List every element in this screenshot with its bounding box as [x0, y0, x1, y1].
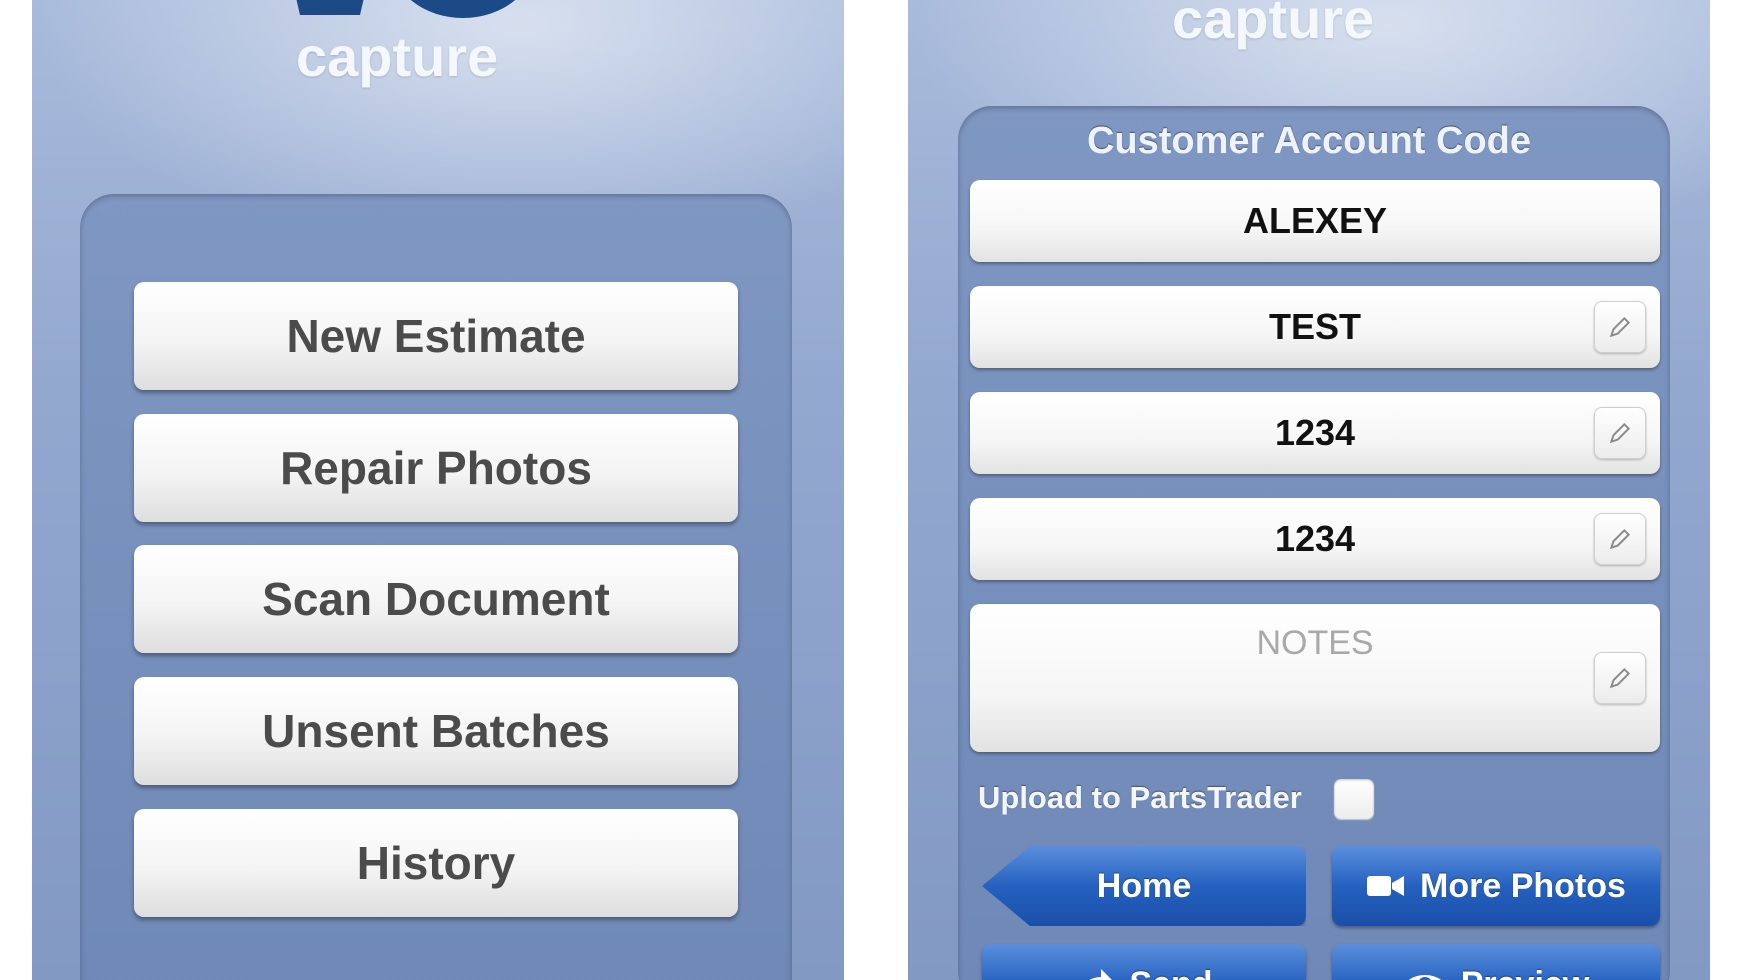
estimate-form-screen: capture Customer Account Code ALEXEY TES…: [908, 0, 1710, 980]
notes-field[interactable]: NOTES: [970, 604, 1660, 752]
pencil-icon: [1609, 667, 1631, 689]
number-field-1[interactable]: 1234: [970, 392, 1660, 474]
claim-reference-field[interactable]: TEST: [970, 286, 1660, 368]
app-logo-glyph: [296, 0, 516, 18]
repair-photos-button[interactable]: Repair Photos: [134, 414, 738, 522]
customer-account-code-label: Customer Account Code: [1086, 120, 1532, 162]
send-button-label: Send: [1129, 965, 1212, 980]
scan-document-button[interactable]: Scan Document: [134, 545, 738, 653]
preview-button[interactable]: Preview: [1332, 944, 1660, 980]
history-button[interactable]: History: [134, 809, 738, 917]
edit-button[interactable]: [1594, 301, 1646, 353]
edit-button[interactable]: [1594, 407, 1646, 459]
new-estimate-button[interactable]: New Estimate: [134, 282, 738, 390]
home-button-label: Home: [1096, 866, 1192, 905]
edit-button[interactable]: [1594, 513, 1646, 565]
more-photos-button[interactable]: More Photos: [1332, 846, 1660, 926]
unsent-batches-button[interactable]: Unsent Batches: [134, 677, 738, 785]
app-logo-text: capture: [1172, 0, 1375, 50]
send-arrow-icon: [1075, 967, 1115, 980]
field-value: TEST: [1268, 306, 1361, 347]
video-camera-icon: [1366, 873, 1406, 899]
more-photos-label: More Photos: [1420, 866, 1626, 905]
home-button[interactable]: Home: [982, 846, 1306, 926]
send-button[interactable]: Send: [982, 944, 1306, 980]
field-value: ALEXEY: [1242, 200, 1388, 241]
field-value: 1234: [1274, 518, 1356, 559]
customer-account-code-field[interactable]: ALEXEY: [970, 180, 1660, 262]
edit-button[interactable]: [1594, 652, 1646, 704]
main-menu-screen: capture New Estimate Repair Photos Scan …: [32, 0, 844, 980]
eye-icon: [1403, 970, 1447, 980]
app-logo-text: capture: [296, 25, 499, 88]
pencil-icon: [1609, 528, 1631, 550]
preview-button-label: Preview: [1461, 965, 1590, 980]
number-field-2[interactable]: 1234: [970, 498, 1660, 580]
upload-to-partstrader-checkbox[interactable]: [1334, 779, 1374, 819]
pencil-icon: [1609, 422, 1631, 444]
upload-to-partstrader-label: Upload to PartsTrader: [978, 780, 1302, 815]
field-value: 1234: [1274, 412, 1356, 453]
pencil-icon: [1609, 316, 1631, 338]
notes-placeholder: NOTES: [1256, 624, 1374, 662]
